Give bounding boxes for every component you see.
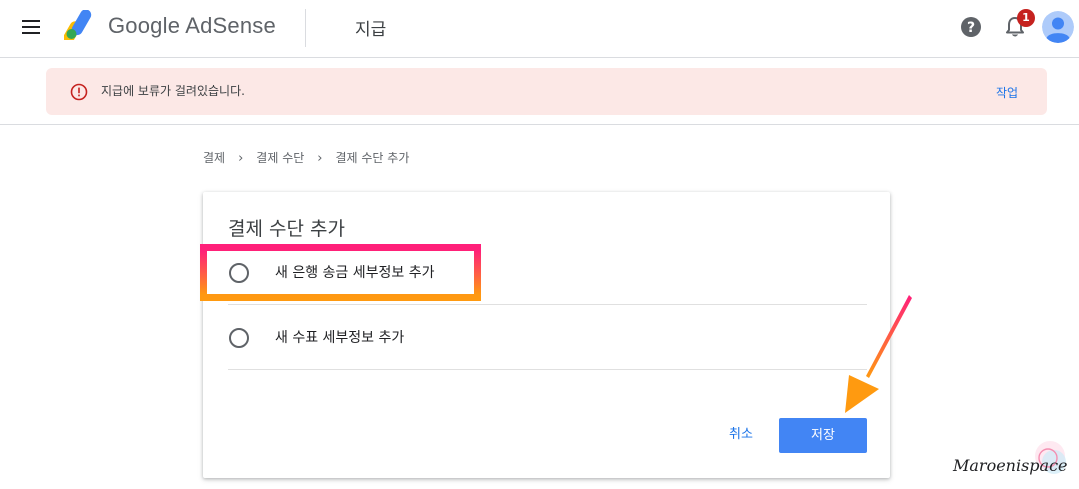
notification-badge[interactable]: 1 [1017,9,1035,27]
alert-action-link[interactable]: 작업 [996,84,1018,101]
radio-button[interactable] [229,328,249,348]
watermark-text: Maroenispace [952,456,1068,475]
option-label: 새 수표 세부정보 추가 [275,330,405,346]
help-circle-icon[interactable]: ? [960,16,982,38]
user-avatar-icon[interactable] [1042,11,1074,43]
alert-message: 지급에 보류가 걸려있습니다. [101,84,245,98]
breadcrumb: 결제 › 결제 수단 › 결제 수단 추가 [203,149,409,166]
watermark-logo: Maroenispace [952,441,1068,475]
card-title: 결제 수단 추가 [228,218,345,240]
page-title: 지급 [355,20,387,40]
cancel-button[interactable]: 취소 [714,418,768,452]
radio-button[interactable] [229,263,249,283]
option-bank-transfer[interactable]: 새 은행 송금 세부정보 추가 [228,240,867,304]
adsense-payment-page: Google AdSense 지급 ? 1 지급에 보류가 걸려있습니다. 작업 [0,0,1079,489]
breadcrumb-item-payment-methods[interactable]: 결제 수단 [256,149,304,166]
svg-text:?: ? [967,20,975,36]
hamburger-menu-icon[interactable] [20,17,42,37]
error-circle-icon [70,83,88,101]
option-check[interactable]: 새 수표 세부정보 추가 [228,305,867,369]
adsense-logo-icon[interactable] [64,10,98,40]
product-name[interactable]: Google AdSense [108,13,276,39]
option-divider [228,369,867,370]
option-label: 새 은행 송금 세부정보 추가 [275,265,435,281]
save-button[interactable]: 저장 [779,418,867,453]
breadcrumb-separator: › [238,151,244,166]
breadcrumb-item-add-payment-method: 결제 수단 추가 [335,151,410,165]
top-app-bar: Google AdSense 지급 ? 1 [0,0,1079,58]
breadcrumb-separator: › [317,151,323,166]
header-divider [305,9,306,47]
breadcrumb-item-payments[interactable]: 결제 [203,149,225,166]
